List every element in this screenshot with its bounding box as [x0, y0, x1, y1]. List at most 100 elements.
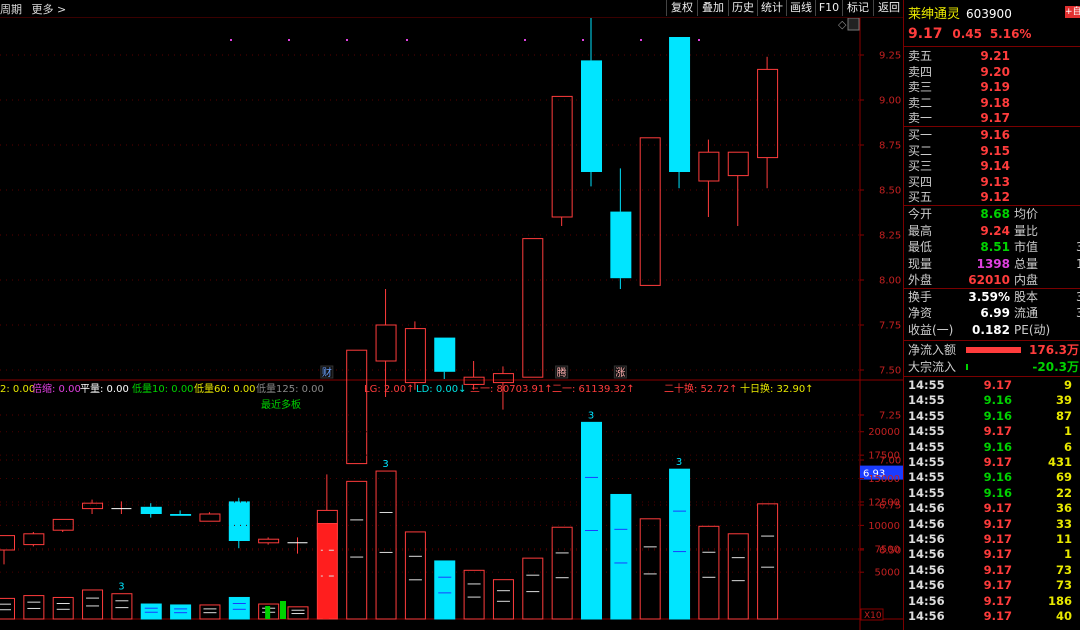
stat-label: 净资 [908, 306, 933, 321]
toolbar-left: 周期 更多 > [0, 1, 72, 17]
draw-button[interactable]: 画线 [786, 0, 815, 16]
bid-row: 买三 9.14 [904, 158, 1080, 174]
bid-price: 9.15 [980, 143, 1010, 158]
history-button[interactable]: 历史 [728, 0, 757, 16]
candle-body-down [581, 60, 602, 172]
tick-price: 9.17 [983, 593, 1012, 608]
stat-label-right: 流通 [1014, 306, 1039, 321]
tick-row: 14:55 9.16 87 [904, 409, 1080, 424]
more-menu[interactable]: 更多 > [32, 3, 67, 16]
stat-row: 外盘 62010 内盘 [904, 272, 1080, 288]
price-tick-label: 9.25 [879, 51, 901, 62]
bid-row: 买一 9.16 [904, 127, 1080, 143]
mark-button[interactable]: 标记 [842, 0, 873, 16]
top-signal-dot [524, 39, 526, 41]
add-watchlist-button[interactable]: +自 [1065, 6, 1080, 18]
volume-bar [492, 579, 514, 620]
candle-body-down [170, 514, 192, 516]
ask-price: 9.17 [980, 111, 1010, 126]
volume-bar [199, 604, 221, 620]
tick-volume: 1 [1063, 547, 1072, 562]
bid-price: 9.13 [980, 174, 1010, 189]
volume-bar [375, 470, 397, 620]
event-marker: 财 [322, 366, 332, 379]
candle-body-up [52, 518, 74, 531]
stat-row: 今开 8.68 均价 [904, 206, 1080, 222]
ask-price: 9.21 [980, 49, 1010, 63]
volume-tick-label: 20000 [868, 427, 900, 438]
tick-volume: 73 [1055, 578, 1072, 593]
ask-label: 卖二 [908, 95, 933, 110]
overlay-button[interactable]: 叠加 [697, 0, 728, 16]
flow-row: 净流入额 176.3万 [904, 342, 1080, 358]
volume-bar [346, 480, 368, 620]
candle-body-up [551, 95, 573, 218]
f10-button[interactable]: F10 [815, 0, 842, 16]
chart-scroll-button[interactable] [847, 18, 860, 31]
tick-row: 14:55 9.17 431 [904, 455, 1080, 470]
stat-label: 今开 [908, 207, 933, 221]
tick-price: 9.17 [983, 516, 1012, 531]
fuquan-button[interactable]: 复权 [666, 0, 697, 16]
candle-body-up [82, 502, 104, 510]
volume-bar [639, 518, 661, 620]
indicator-label: 三一: 80703.91↑ [470, 384, 553, 395]
candle-body-up [522, 238, 544, 378]
stock-name: 莱绅通灵 [908, 7, 961, 22]
chart-settings-icon: ◇ [838, 18, 847, 31]
stat-label: 最高 [908, 223, 933, 238]
volume-bar [522, 557, 544, 620]
volume-annotation: 3 [588, 410, 594, 421]
volume-bar [52, 596, 74, 620]
volume-unit-label: X10 [864, 611, 882, 621]
tick-row: 14:55 9.16 69 [904, 470, 1080, 485]
volume-bar [463, 569, 485, 620]
top-signal-dot [406, 39, 408, 41]
tick-row: 14:55 9.16 6 [904, 440, 1080, 455]
volume-tick-label: 5000 [875, 568, 900, 579]
stat-row: 最高 9.24 量比 [904, 223, 1080, 239]
tick-price: 9.16 [983, 470, 1012, 485]
divider [904, 376, 1080, 377]
stat-value: 62010 [968, 273, 1010, 288]
indicator-label: 二一: 61139.32↑ [552, 384, 635, 395]
price-line: 9.17 0.45 5.16% [908, 26, 1031, 42]
tick-price: 9.17 [983, 609, 1012, 623]
tick-time: 14:56 [908, 547, 945, 562]
period-menu[interactable]: 周期 [0, 3, 22, 16]
tick-volume: 11 [1055, 532, 1072, 546]
tick-row: 14:56 9.17 73 [904, 578, 1080, 593]
stat-row: 最低 8.51 市值 3 [904, 239, 1080, 255]
candle-body-down [610, 211, 632, 279]
tick-time: 14:55 [908, 470, 945, 485]
stat-label: 外盘 [908, 273, 933, 288]
candle-body-up [258, 538, 280, 544]
stat-value: 8.68 [980, 207, 1010, 221]
stats-button[interactable]: 统计 [757, 0, 786, 16]
ask-row: 卖二 9.18 [904, 95, 1080, 111]
volume-signal-bar [280, 601, 286, 619]
tick-row: 14:56 9.17 73 [904, 563, 1080, 578]
price-tick-label: 8.75 [879, 141, 901, 152]
top-signal-dot [640, 39, 642, 41]
tick-row: 14:55 9.16 22 [904, 486, 1080, 501]
candle-body-up [346, 349, 368, 465]
tick-price: 9.17 [983, 547, 1012, 562]
volume-bar [669, 468, 691, 620]
bid-price: 9.12 [980, 190, 1010, 205]
candle-body-up [727, 151, 749, 177]
stat-value-right: 3 [1076, 290, 1080, 304]
event-marker: 腾 [557, 366, 567, 379]
top-signal-dot [346, 39, 348, 41]
tick-volume: 87 [1055, 408, 1072, 423]
kline-chart[interactable]: 9.509.259.008.758.508.258.007.757.507.25… [0, 18, 903, 630]
tick-row: 14:55 9.17 1 [904, 424, 1080, 439]
tick-volume: 22 [1055, 485, 1072, 500]
volume-bar [82, 589, 104, 620]
back-button[interactable]: 返回 [873, 0, 904, 16]
stat-row: 现量 1398 总量 1 [904, 256, 1080, 272]
stat-label-right: 内盘 [1014, 273, 1039, 288]
stat-value: 8.51 [980, 240, 1010, 255]
volume-bar [757, 503, 779, 620]
indicator-label: 二十换: 52.72↑ [664, 382, 738, 395]
